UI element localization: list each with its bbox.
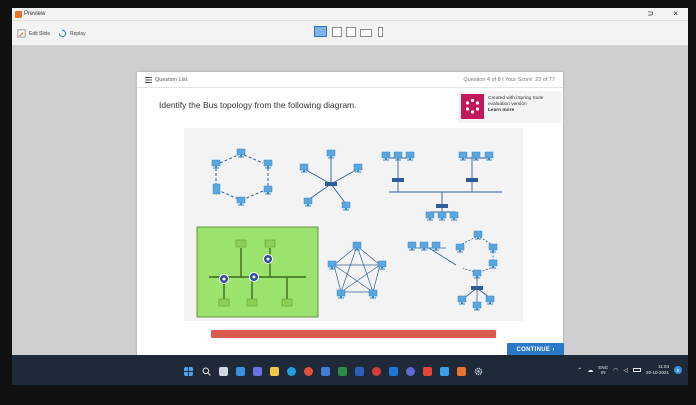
language-indicator[interactable]: ENG IN (598, 365, 608, 375)
clock-date: 20-10-2021 (645, 370, 669, 375)
edit-slide-label: Edit Slide (29, 30, 51, 37)
file-explorer-icon[interactable] (270, 367, 279, 376)
badge-line-3: Learn more (488, 108, 515, 113)
notification-badge[interactable]: 8 (674, 366, 682, 374)
question-text: Identify the Bus topology from the follo… (159, 100, 357, 110)
ispring-logo (461, 94, 484, 119)
volume-icon[interactable]: ◁ (623, 367, 628, 374)
progress-bar (211, 330, 496, 338)
edit-slide-button[interactable]: Edit Slide (17, 29, 50, 38)
title-bar: Preview ⊃ × (12, 8, 688, 21)
chrome-browser-icon[interactable] (304, 367, 313, 376)
language-bottom: IN (600, 370, 606, 375)
teams-chat-icon[interactable] (253, 367, 262, 376)
ring-topology-option[interactable] (211, 148, 273, 206)
battery-icon[interactable] (632, 368, 641, 372)
settings-gear-icon[interactable] (474, 367, 483, 376)
ispring-evaluation-badge[interactable]: Created with iSpring Suite evaluation ve… (458, 91, 561, 123)
player-header: Question List Question 4 of 8 | Your Sco… (137, 72, 563, 88)
media-app-icon[interactable] (372, 367, 381, 376)
chevron-up-icon[interactable]: ⌃ (577, 367, 582, 374)
toolbar: Edit Slide Replay (12, 21, 688, 46)
start-windows-icon[interactable] (184, 367, 193, 376)
replay-icon (58, 29, 67, 38)
restore-button[interactable]: ⊃ (647, 9, 654, 18)
question-meta: Question 4 of 8 | Your Score: 23 of 77 (463, 77, 555, 83)
tree-topology-option[interactable] (381, 151, 502, 221)
camera-icon[interactable] (406, 367, 415, 376)
replay-button[interactable]: Replay (58, 29, 86, 38)
close-button[interactable]: × (673, 9, 678, 18)
view-desktop-button[interactable] (314, 26, 327, 37)
quiz-player: Question List Question 4 of 8 | Your Sco… (137, 72, 564, 358)
app-icon (15, 11, 22, 18)
brave-browser-icon[interactable] (423, 367, 432, 376)
app-store-icon[interactable] (440, 367, 449, 376)
hybrid-topology-option[interactable] (407, 230, 498, 311)
ispring-app-icon[interactable] (457, 367, 466, 376)
task-view-icon[interactable] (219, 367, 228, 376)
screen: Preview ⊃ × Edit Slide Replay Question L… (0, 0, 696, 405)
search-icon[interactable] (202, 367, 211, 376)
star-topology-option[interactable] (299, 149, 363, 211)
mesh-topology-option[interactable] (327, 241, 387, 299)
cloud-icon[interactable]: ☁ (587, 367, 593, 374)
window-title: Preview (24, 11, 46, 17)
wifi-icon[interactable]: ◠ (613, 367, 618, 374)
clock[interactable]: 11:04 20-10-2021 (646, 364, 669, 376)
excel-icon[interactable] (338, 367, 347, 376)
replay-label: Replay (70, 30, 86, 37)
bus-topology-option[interactable] (196, 226, 319, 318)
topology-diagram-svg (196, 148, 502, 318)
list-icon (145, 77, 152, 83)
badge-text: Created with iSpring Suite evaluation ve… (488, 96, 543, 114)
topology-diagram (184, 128, 523, 321)
view-tablet-portrait-button[interactable] (346, 27, 356, 37)
store-icon[interactable] (321, 367, 330, 376)
preview-stage: Question List Question 4 of 8 | Your Sco… (12, 46, 688, 385)
mail-icon[interactable] (389, 367, 398, 376)
question-list-label: Question List (155, 77, 188, 83)
question-list-button[interactable]: Question List (145, 77, 187, 83)
edge-browser-icon[interactable] (287, 367, 296, 376)
ispring-logo-icon (465, 98, 480, 114)
word-icon[interactable] (355, 367, 364, 376)
taskbar: ⌃ ☁ ENG IN ◠ ◁ 11:04 20-10-2021 8 (12, 355, 688, 385)
view-phone-portrait-button[interactable] (378, 27, 383, 37)
view-phone-landscape-button[interactable] (360, 29, 372, 37)
preview-window: Preview ⊃ × Edit Slide Replay Question L… (12, 8, 688, 385)
widgets-icon[interactable] (236, 367, 245, 376)
edit-slide-icon (17, 29, 26, 38)
system-tray: ⌃ ☁ ENG IN ◠ ◁ 11:04 20-10-2021 8 (577, 364, 682, 376)
view-tablet-landscape-button[interactable] (332, 27, 342, 37)
